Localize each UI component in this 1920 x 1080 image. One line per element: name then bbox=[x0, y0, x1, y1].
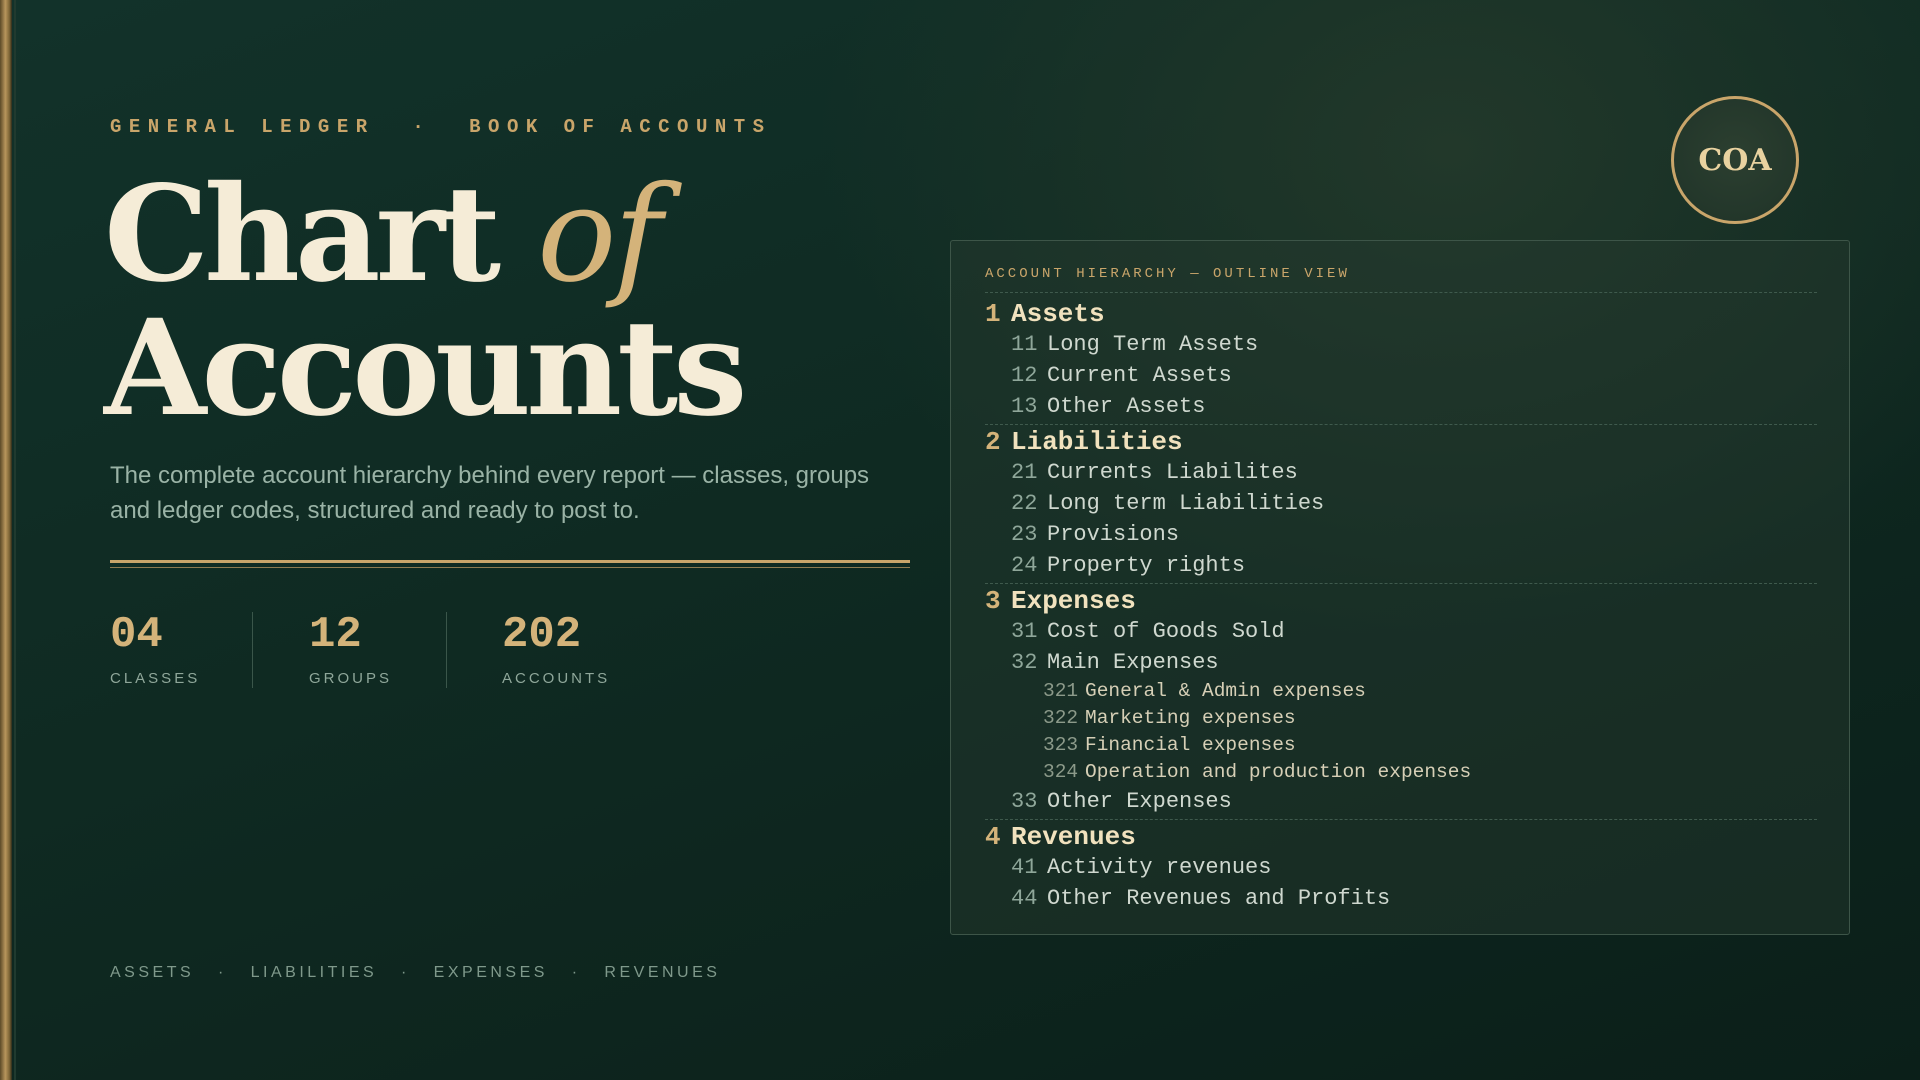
account-group-code: 32 bbox=[1011, 650, 1038, 675]
account-group-row[interactable]: 21 Currents Liabilites bbox=[985, 457, 1817, 488]
ledger-account-row[interactable]: 322 Marketing expenses bbox=[985, 705, 1817, 732]
account-class-row[interactable]: 3 Expenses bbox=[985, 586, 1817, 616]
account-group-name: Currents Liabilites bbox=[1047, 460, 1298, 485]
account-class-row[interactable]: 1 Assets bbox=[985, 299, 1817, 329]
eyebrow-label: GENERAL LEDGER · BOOK OF ACCOUNTS bbox=[110, 116, 772, 138]
account-class-name: Assets bbox=[1011, 299, 1105, 329]
subtitle: The complete account hierarchy behind ev… bbox=[110, 462, 870, 524]
panel-heading-divider bbox=[985, 292, 1817, 293]
stat-value: 12 bbox=[309, 610, 362, 660]
account-class-group: 2 Liabilities 21 Currents Liabilites 22 Long … bbox=[985, 424, 1817, 582]
account-class-row[interactable]: 4 Revenues bbox=[985, 822, 1817, 852]
stat-divider bbox=[252, 612, 253, 688]
account-class-code: 2 bbox=[985, 427, 1001, 457]
account-class-code: 3 bbox=[985, 586, 1001, 616]
account-group-code: 22 bbox=[1011, 491, 1038, 516]
account-hierarchy-panel: ACCOUNT HIERARCHY — OUTLINE VIEW 1 Assets… bbox=[950, 240, 1850, 935]
account-group-name: Provisions bbox=[1047, 522, 1180, 547]
ledger-spine bbox=[0, 0, 12, 1080]
account-group-name: Other Expenses bbox=[1047, 789, 1232, 814]
account-class-code: 1 bbox=[985, 299, 1001, 329]
stat-label: CLASSES bbox=[110, 670, 201, 687]
ledger-account-code: 322 bbox=[1043, 707, 1079, 729]
account-group-code: 33 bbox=[1011, 789, 1038, 814]
account-group-row[interactable]: 23 Provisions bbox=[985, 519, 1817, 550]
account-group-code: 12 bbox=[1011, 363, 1038, 388]
account-group-code: 13 bbox=[1011, 394, 1038, 419]
account-group-name: Long term Liabilities bbox=[1047, 491, 1325, 516]
stat-accounts: 202 ACCOUNTS bbox=[502, 612, 610, 687]
account-group-name: Current Assets bbox=[1047, 363, 1232, 388]
ledger-account-row[interactable]: 321 General & Admin expenses bbox=[985, 678, 1817, 705]
account-group-row[interactable]: 11 Long Term Assets bbox=[985, 329, 1817, 360]
title-word-of: of bbox=[537, 158, 662, 312]
account-class-name: Expenses bbox=[1011, 586, 1136, 616]
account-group-row[interactable]: 13 Other Assets bbox=[985, 391, 1817, 422]
ledger-account-name: General & Admin expenses bbox=[1085, 680, 1366, 702]
account-group-code: 21 bbox=[1011, 460, 1038, 485]
account-group-code: 31 bbox=[1011, 619, 1038, 644]
account-group-row[interactable]: 12 Current Assets bbox=[985, 360, 1817, 391]
stat-classes: 04 CLASSES bbox=[110, 612, 200, 687]
account-group-code: 24 bbox=[1011, 553, 1038, 578]
divider-rule bbox=[110, 560, 910, 563]
title-word-accounts: Accounts bbox=[104, 291, 747, 446]
stat-groups: 12 GROUPS bbox=[309, 612, 392, 687]
account-group-code: 44 bbox=[1011, 886, 1038, 911]
ledger-account-row[interactable]: 324 Operation and production expenses bbox=[985, 759, 1817, 786]
title-word-chart: Chart bbox=[104, 157, 501, 312]
stat-divider bbox=[446, 612, 447, 688]
ledger-account-name: Marketing expenses bbox=[1085, 707, 1296, 729]
ledger-account-row[interactable]: 323 Financial expenses bbox=[985, 732, 1817, 759]
account-class-group: 4 Revenues 41 Activity revenues 44 Other Reve… bbox=[985, 819, 1817, 915]
account-group-name: Other Assets bbox=[1047, 394, 1206, 419]
ledger-account-name: Operation and production expenses bbox=[1085, 761, 1472, 783]
account-group-row[interactable]: 41 Activity revenues bbox=[985, 852, 1817, 883]
stat-label: ACCOUNTS bbox=[502, 670, 611, 687]
account-outline: 1 Assets 11 Long Term Assets 12 Current Asset… bbox=[985, 299, 1817, 915]
account-group-row[interactable]: 31 Cost of Goods Sold bbox=[985, 616, 1817, 647]
divider-rule-thin bbox=[110, 567, 910, 568]
stat-value: 202 bbox=[502, 610, 582, 660]
title-line-1: Chart of bbox=[104, 168, 742, 303]
account-group-name: Other Revenues and Profits bbox=[1047, 886, 1391, 911]
account-group-row[interactable]: 24 Property rights bbox=[985, 550, 1817, 581]
account-class-row[interactable]: 2 Liabilities bbox=[985, 427, 1817, 457]
ledger-account-code: 321 bbox=[1043, 680, 1079, 702]
account-group-name: Property rights bbox=[1047, 553, 1246, 578]
account-group-row[interactable]: 32 Main Expenses bbox=[985, 647, 1817, 678]
account-group-code: 23 bbox=[1011, 522, 1038, 547]
account-group-row[interactable]: 22 Long term Liabilities bbox=[985, 488, 1817, 519]
account-class-group: 1 Assets 11 Long Term Assets 12 Current Asset… bbox=[985, 299, 1817, 423]
stat-label: GROUPS bbox=[309, 670, 393, 687]
ledger-account-code: 324 bbox=[1043, 761, 1079, 783]
account-group-code: 41 bbox=[1011, 855, 1038, 880]
account-class-name: Revenues bbox=[1011, 822, 1136, 852]
footer-categories: ASSETS · LIABILITIES · EXPENSES · REVENU… bbox=[110, 964, 721, 981]
spine-edge-line bbox=[14, 0, 16, 1080]
stat-value: 04 bbox=[110, 610, 163, 660]
page-title: Chart of Accounts bbox=[104, 168, 747, 446]
account-group-row[interactable]: 44 Other Revenues and Profits bbox=[985, 883, 1817, 914]
account-group-name: Long Term Assets bbox=[1047, 332, 1259, 357]
account-group-name: Cost of Goods Sold bbox=[1047, 619, 1285, 644]
account-class-name: Liabilities bbox=[1011, 427, 1183, 457]
coa-seal: COA bbox=[1671, 96, 1799, 224]
account-group-code: 11 bbox=[1011, 332, 1038, 357]
panel-heading: ACCOUNT HIERARCHY — OUTLINE VIEW bbox=[985, 266, 1350, 282]
ledger-account-name: Financial expenses bbox=[1085, 734, 1296, 756]
account-class-group: 3 Expenses 31 Cost of Goods Sold 32 Main Expe… bbox=[985, 583, 1817, 818]
account-class-code: 4 bbox=[985, 822, 1001, 852]
account-group-name: Main Expenses bbox=[1047, 650, 1219, 675]
account-group-name: Activity revenues bbox=[1047, 855, 1272, 880]
ledger-account-code: 323 bbox=[1043, 734, 1079, 756]
account-group-row[interactable]: 33 Other Expenses bbox=[985, 786, 1817, 817]
